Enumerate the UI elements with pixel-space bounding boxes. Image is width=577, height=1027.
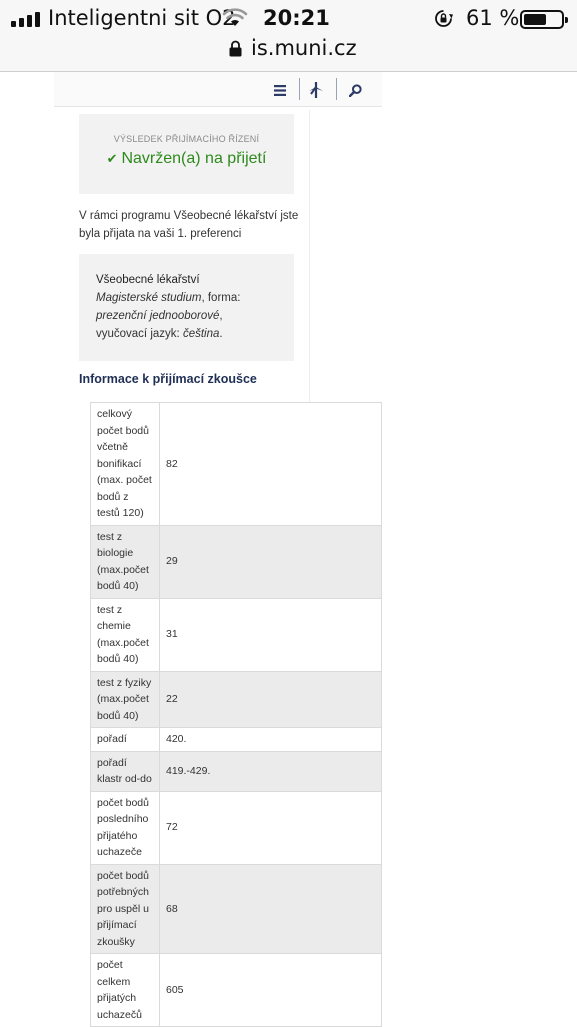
row-value: 68 bbox=[159, 863, 382, 954]
program-info-box: Všeobecné lékařství Magisterské studium,… bbox=[79, 254, 294, 361]
table-row: celkový počet bodů včetně bonifikací (ma… bbox=[90, 402, 382, 526]
exam-section-title: Informace k přijímací zkoušce bbox=[79, 372, 257, 386]
top-navigation bbox=[54, 72, 382, 107]
row-value: 82 bbox=[159, 402, 382, 526]
row-value: 29 bbox=[159, 524, 382, 599]
program-details: Magisterské studium, forma: prezenční jed… bbox=[96, 292, 241, 340]
table-row: pořadí klastr od-do 419.-429. bbox=[90, 750, 382, 792]
table-row: počet celkem přijatých uchazečů 605 bbox=[90, 953, 382, 1027]
signal-strength-icon bbox=[11, 12, 43, 27]
row-label: test z fyziky (max.počet bodů 40) bbox=[90, 670, 160, 728]
language-label: vyučovací jazyk: bbox=[96, 328, 180, 340]
clock: 20:21 bbox=[263, 6, 330, 30]
row-label: test z chemie (max.počet bodů 40) bbox=[90, 597, 160, 672]
row-label: počet bodů posledního přijatého uchazeče bbox=[90, 790, 160, 865]
row-value: 22 bbox=[159, 670, 382, 728]
study-language: čeština bbox=[182, 328, 220, 340]
study-form: prezenční jednooborové bbox=[96, 310, 220, 322]
row-value: 605 bbox=[159, 953, 382, 1027]
table-row: pořadí 420. bbox=[90, 727, 382, 752]
row-value: 420. bbox=[159, 727, 382, 752]
table-row: test z biologie (max.počet bodů 40) 29 bbox=[90, 524, 382, 599]
exam-results-table: celkový počet bodů včetně bonifikací (ma… bbox=[90, 402, 382, 1027]
table-row: počet bodů potřebných pro uspěl u přijím… bbox=[90, 863, 382, 954]
admission-intro-text: V rámci programu Všeobecné lékařství jst… bbox=[79, 210, 299, 240]
result-status: ✔ Navržen(a) na přijetí bbox=[79, 150, 294, 168]
lock-icon bbox=[229, 40, 242, 57]
table-row: počet bodů posledního přijatého uchazeče… bbox=[90, 790, 382, 865]
row-label: počet celkem přijatých uchazečů bbox=[90, 953, 160, 1027]
row-label: počet bodů potřebných pro uspěl u přijím… bbox=[90, 863, 160, 954]
nav-separator bbox=[299, 78, 300, 100]
row-label: test z biologie (max.počet bodů 40) bbox=[90, 524, 160, 599]
form-label: , forma: bbox=[201, 292, 241, 304]
applications-icon[interactable] bbox=[303, 78, 329, 102]
menu-icon[interactable] bbox=[267, 78, 293, 102]
table-row: test z chemie (max.počet bodů 40) 31 bbox=[90, 597, 382, 672]
url-bar[interactable]: is.muni.cz bbox=[0, 36, 577, 72]
row-value: 72 bbox=[159, 790, 382, 865]
status-bar: Inteligentni sit O2 20:21 61 % bbox=[0, 0, 577, 36]
search-icon[interactable] bbox=[342, 78, 368, 102]
admission-result-box: VÝSLEDEK PŘIJÍMACÍHO ŘÍZENÍ ✔ Navržen(a) … bbox=[79, 114, 294, 194]
row-value: 31 bbox=[159, 597, 382, 672]
table-row: test z fyziky (max.počet bodů 40) 22 bbox=[90, 670, 382, 728]
wifi-icon bbox=[222, 8, 248, 26]
checkmark-icon: ✔ bbox=[106, 151, 118, 166]
nav-separator bbox=[336, 78, 337, 100]
study-type: Magisterské studium bbox=[96, 292, 202, 304]
rotation-lock-icon bbox=[435, 10, 453, 27]
battery-percentage: 61 % bbox=[466, 6, 520, 30]
carrier-name: Inteligentni sit O2 bbox=[48, 6, 236, 30]
page-content: VÝSLEDEK PŘIJÍMACÍHO ŘÍZENÍ ✔ Navržen(a) … bbox=[0, 72, 577, 1027]
program-name: Všeobecné lékařství bbox=[96, 274, 200, 286]
row-value: 419.-429. bbox=[159, 750, 382, 792]
url-text[interactable]: is.muni.cz bbox=[251, 36, 357, 60]
row-label: pořadí klastr od-do bbox=[90, 750, 160, 792]
result-label: VÝSLEDEK PŘIJÍMACÍHO ŘÍZENÍ bbox=[113, 134, 260, 144]
row-label: pořadí bbox=[90, 727, 160, 752]
result-status-text: Navržen(a) na přijetí bbox=[121, 150, 267, 167]
row-label: celkový počet bodů včetně bonifikací (ma… bbox=[90, 402, 160, 526]
battery-icon bbox=[520, 10, 568, 29]
